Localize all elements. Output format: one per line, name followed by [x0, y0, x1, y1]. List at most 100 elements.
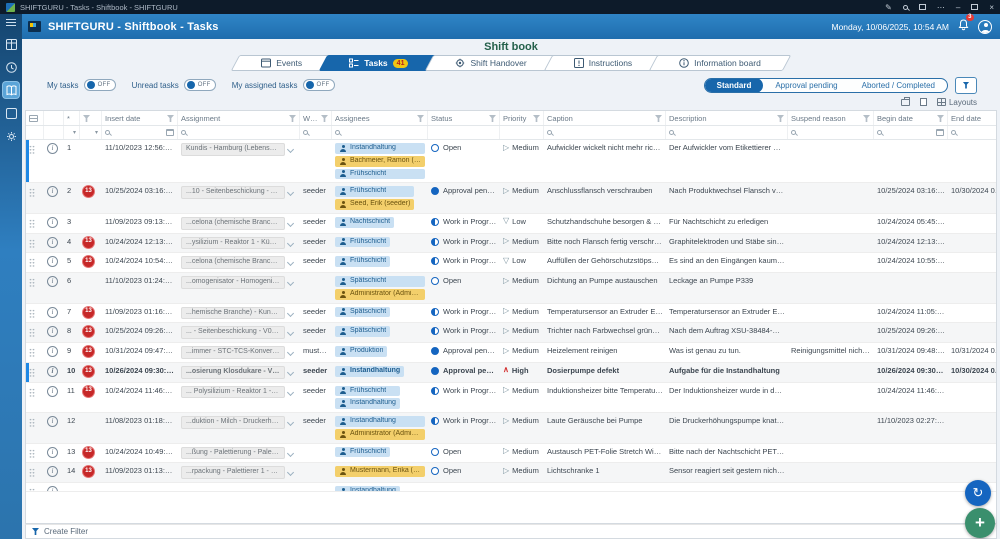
maximize-button[interactable] [971, 4, 978, 10]
chevron-down-icon[interactable] [287, 189, 294, 196]
funnel-icon[interactable] [83, 115, 90, 122]
user-avatar[interactable] [978, 20, 992, 34]
assignment-cell[interactable]: ...omogenisator - Homogenisierungspumpe [178, 273, 300, 303]
num-column-header[interactable]: * [64, 111, 80, 125]
assignment-cell[interactable]: ...ßung - Palettierung - Palettierungsro… [178, 444, 300, 463]
chevron-down-icon[interactable] [287, 349, 294, 356]
col-begin-date[interactable]: Begin date [874, 111, 948, 125]
table-row[interactable]: i 13 13 10/24/2024 10:49:23 am ...ßung -… [26, 444, 996, 464]
assignment-cell[interactable]: ...hemische Branche) - Kunststoffprodukt… [178, 304, 300, 323]
assignment-cell[interactable]: ...celona (chemische Branche) - Polysili… [178, 253, 300, 272]
col-end-date[interactable]: End date [948, 111, 997, 125]
table-row[interactable]: i 5 13 10/24/2024 10:54:51 am ...celona … [26, 253, 996, 273]
my-assigned-tasks-switch[interactable]: OFF [303, 79, 335, 91]
drag-handle[interactable] [26, 253, 44, 272]
table-row[interactable]: i 10 13 10/26/2024 09:30:52 am ...osieru… [26, 363, 996, 383]
badge-column-header[interactable] [80, 111, 102, 125]
funnel-icon[interactable] [777, 115, 784, 122]
funnel-icon[interactable] [937, 115, 944, 122]
col-caption[interactable]: Caption [544, 111, 666, 125]
search-icon[interactable] [903, 5, 908, 10]
chevron-down-icon[interactable] [287, 388, 294, 395]
chevron-down-icon[interactable] [287, 259, 294, 266]
table-row[interactable]: i 4 13 10/24/2024 12:13:57 pm ...ysilizi… [26, 234, 996, 254]
col-insert-date[interactable]: Insert date [102, 111, 178, 125]
table-row[interactable]: i 6 11/10/2023 01:24:44 pm ...omogenisat… [26, 273, 996, 304]
table-row[interactable]: i 14 13 11/09/2023 01:13:47 pm ...rpacku… [26, 463, 996, 483]
row-info[interactable]: i [44, 304, 64, 323]
chevron-down-icon[interactable] [287, 146, 294, 153]
minimize-button[interactable]: – [956, 3, 960, 12]
chevron-down-icon[interactable] [287, 369, 294, 376]
row-info[interactable]: i [44, 323, 64, 342]
filter-badge[interactable]: ▾ [80, 126, 102, 139]
assignment-cell[interactable]: Kundis - Hamburg (Lebensmittel Branche) [178, 140, 300, 182]
assignment-cell[interactable]: ...immer - STC-TCS-Konverter - Heizeleme… [178, 343, 300, 362]
sidebar-item-forms[interactable] [3, 105, 19, 121]
select-column-header[interactable] [26, 111, 44, 125]
drag-handle[interactable] [26, 304, 44, 323]
assignment-cell[interactable]: ...duktion - Milch - Druckerhöhungspumpe [178, 413, 300, 443]
assignment-cell[interactable]: ... Polysilizium - Reaktor 1 - Reaktorka… [178, 383, 300, 413]
add-task-button[interactable]: + [965, 508, 995, 538]
row-info[interactable]: i [44, 234, 64, 253]
filter-status[interactable] [428, 126, 500, 139]
chevron-down-icon[interactable] [287, 419, 294, 426]
chevron-down-icon[interactable] [287, 469, 294, 476]
table-row[interactable]: i 8 13 10/25/2024 09:26:29 am ... - Seit… [26, 323, 996, 343]
sidebar-item-history[interactable] [3, 59, 19, 75]
filter-begin-date[interactable] [874, 126, 948, 139]
filter-description[interactable] [666, 126, 788, 139]
drag-handle[interactable] [26, 214, 44, 233]
funnel-icon[interactable] [417, 115, 424, 122]
funnel-icon[interactable] [863, 115, 870, 122]
row-info[interactable]: i [44, 444, 64, 463]
chevron-down-icon[interactable] [287, 239, 294, 246]
row-info[interactable]: i [44, 273, 64, 303]
sidebar-item-settings[interactable] [3, 128, 19, 144]
filter-workgroup[interactable] [300, 126, 332, 139]
col-description[interactable]: Description [666, 111, 788, 125]
filter-priority[interactable] [500, 126, 544, 139]
col-suspend-reason[interactable]: Suspend reason [788, 111, 874, 125]
tab-shift-handover[interactable]: Shift Handover [433, 54, 548, 72]
drag-handle[interactable] [26, 343, 44, 362]
row-info[interactable]: i [44, 413, 64, 443]
drag-handle[interactable] [26, 234, 44, 253]
table-row[interactable]: i 2 13 10/25/2024 03:16:43 pm ...10 - Se… [26, 183, 996, 214]
drag-handle[interactable] [26, 413, 44, 443]
print-button[interactable] [901, 99, 910, 106]
assignment-cell[interactable]: ...ysilizium - Reaktor 1 - Kühlwassersys… [178, 234, 300, 253]
filter-insert-date[interactable] [102, 126, 178, 139]
chevron-down-icon[interactable] [287, 449, 294, 456]
tab-information-board[interactable]: Information board [657, 54, 783, 72]
unread-tasks-switch[interactable]: OFF [184, 79, 216, 91]
row-info[interactable]: i [44, 253, 64, 272]
calendar-icon[interactable] [166, 129, 174, 136]
calendar-icon[interactable] [936, 129, 944, 136]
segment-standard[interactable]: Standard [705, 78, 764, 93]
table-row[interactable]: i 7 13 11/09/2023 01:16:26 pm ...hemisch… [26, 304, 996, 324]
tab-instructions[interactable]: Instructions [552, 54, 654, 72]
create-filter-button[interactable]: Create Filter [25, 524, 997, 539]
segment-approval-pending[interactable]: Approval pending [763, 78, 849, 93]
assignment-cell[interactable]: ... - Seitenbeschickung - V0100/T010/EF2… [178, 323, 300, 342]
table-row[interactable]: i 9 13 10/31/2024 09:47:44 am ...immer -… [26, 343, 996, 363]
drag-handle[interactable] [26, 383, 44, 413]
sidebar-item-dashboard[interactable] [3, 36, 19, 52]
close-button[interactable]: × [989, 3, 994, 12]
chevron-down-icon[interactable] [287, 309, 294, 316]
tab-events[interactable]: Events [239, 54, 324, 72]
sidebar-item-shiftbook[interactable] [3, 82, 19, 98]
filter-button[interactable] [955, 77, 977, 94]
drag-handle[interactable] [26, 483, 44, 492]
funnel-icon[interactable] [167, 115, 174, 122]
assignment-cell[interactable] [178, 483, 300, 492]
row-info[interactable]: i [44, 383, 64, 413]
notifications-button[interactable]: 3 [958, 18, 969, 36]
table-row[interactable]: i 1 11/10/2023 12:56:22 pm Kundis - Hamb… [26, 140, 996, 183]
assignment-cell[interactable]: ...10 - Seitenbeschickung - Anschlussfla… [178, 183, 300, 213]
filter-num[interactable]: ▾ [64, 126, 80, 139]
chevron-down-icon[interactable] [287, 220, 294, 227]
funnel-icon[interactable] [655, 115, 662, 122]
